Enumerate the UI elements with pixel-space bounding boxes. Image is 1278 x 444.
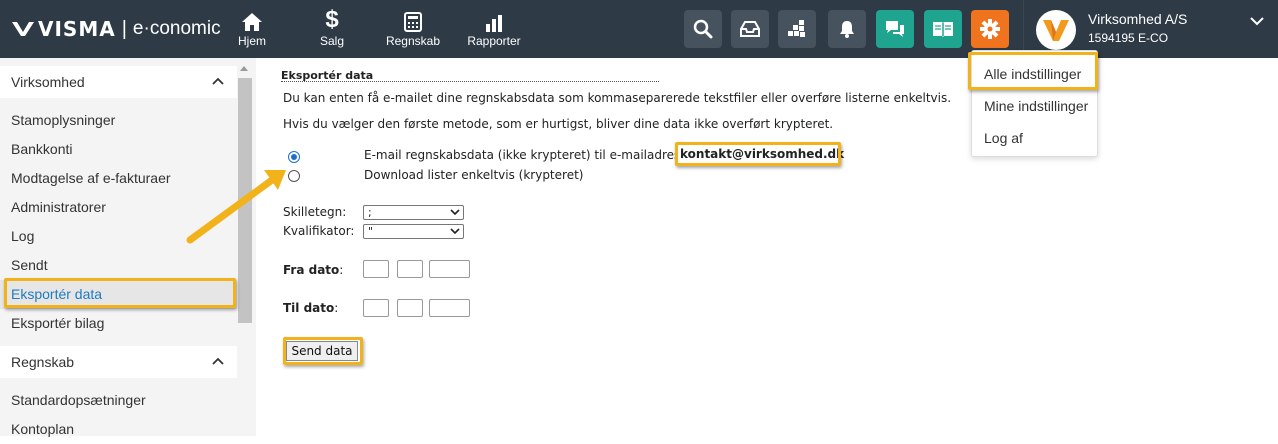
account-id: 1594195 E-CO xyxy=(1088,31,1169,45)
home-icon xyxy=(242,13,262,31)
main-content: Eksportér data Du kan enten få e-mailet … xyxy=(186,58,1278,436)
sidebar-item-stamoplysninger[interactable]: Stamoplysninger xyxy=(0,106,237,135)
sidebar-scrollbar[interactable] xyxy=(237,58,256,436)
inbox-button[interactable] xyxy=(731,10,769,48)
nav-label: Regnskab xyxy=(385,34,441,48)
visma-logo-icon xyxy=(12,22,34,36)
email-value: kontakt@virksomhed.dk xyxy=(676,145,844,163)
nav-label: Hjem xyxy=(237,34,266,48)
title-underline xyxy=(281,81,659,82)
chevron-up-icon xyxy=(212,77,224,85)
send-data-button[interactable]: Send data xyxy=(286,341,358,361)
select-value: ; xyxy=(368,206,372,219)
fra-dato-year[interactable] xyxy=(429,260,470,278)
sidebar-item-standardopsaetninger[interactable]: Standardopsætninger xyxy=(0,386,237,415)
select-value: " xyxy=(368,225,374,238)
dollar-icon: $ xyxy=(325,6,339,33)
account-name: Virksomhed A/S xyxy=(1088,11,1188,27)
sidebar-item-eksporter-bilag[interactable]: Eksportér bilag xyxy=(0,309,237,338)
menu-item-alle-indstillinger[interactable]: Alle indstillinger xyxy=(984,66,1081,82)
annotation-arrow xyxy=(186,170,286,244)
logo-mark: VISMA xyxy=(38,17,116,41)
scroll-up-icon[interactable] xyxy=(240,66,248,71)
nav-label: Rapporter xyxy=(467,34,521,48)
label-email-option: E-mail regnskabsdata (ikke krypteret) ti… xyxy=(364,148,694,162)
label-til-dato: Til dato: xyxy=(283,301,339,315)
til-dato-day[interactable] xyxy=(363,299,389,317)
visma-v-logo-icon xyxy=(1043,20,1069,41)
settings-button[interactable] xyxy=(971,10,1009,48)
visma-economic-logo[interactable]: VISMA | e·conomic xyxy=(12,16,221,42)
sidebar-item-kontoplan[interactable]: Kontoplan xyxy=(0,415,237,444)
menu-item-mine-indstillinger[interactable]: Mine indstillinger xyxy=(984,98,1088,114)
fra-dato-month[interactable] xyxy=(397,260,423,278)
select-kvalifikator[interactable]: " xyxy=(363,224,464,239)
menu-item-log-af[interactable]: Log af xyxy=(984,130,1023,146)
til-dato-year[interactable] xyxy=(429,299,470,317)
sidebar-group-title: Virksomhed xyxy=(11,74,85,90)
book-icon xyxy=(933,22,953,37)
label-skilletegn: Skilletegn: xyxy=(283,205,347,219)
nav-hjem[interactable]: Hjem xyxy=(232,6,272,52)
logo-separator: | xyxy=(121,17,127,40)
settings-dropdown: Alle indstillinger Mine indstillinger Lo… xyxy=(971,50,1098,157)
fra-dato-text: Fra dato xyxy=(283,263,340,277)
chevron-up-icon xyxy=(212,357,224,365)
sidebar-item-bankkonti[interactable]: Bankkonti xyxy=(0,135,237,164)
chevron-down-icon xyxy=(450,228,460,235)
sidebar-group-virksomhed[interactable]: Virksomhed xyxy=(0,66,237,98)
sidebar-group-regnskab[interactable]: Regnskab xyxy=(0,346,237,378)
apps-button[interactable] xyxy=(778,10,816,48)
intro-text-2: Hvis du vælger den første metode, som er… xyxy=(283,117,834,131)
radio-email[interactable] xyxy=(288,151,300,163)
til-dato-text: Til dato xyxy=(283,301,335,315)
select-skilletegn[interactable]: ; xyxy=(363,205,464,220)
fra-dato-day[interactable] xyxy=(363,260,389,278)
chat-button[interactable] xyxy=(876,10,914,48)
nav-salg[interactable]: $ Salg xyxy=(312,6,352,52)
company-avatar xyxy=(1036,10,1076,50)
chevron-down-icon xyxy=(450,209,460,216)
sidebar-item-eksporter-data[interactable]: Eksportér data xyxy=(0,280,237,309)
help-book-button[interactable] xyxy=(924,10,962,48)
label-kvalifikator: Kvalifikator: xyxy=(283,224,355,238)
gear-icon xyxy=(980,19,1000,39)
search-button[interactable] xyxy=(684,10,722,48)
intro-text-1: Du kan enten få e-mailet dine regnskabsd… xyxy=(283,91,952,105)
logo-product: e·conomic xyxy=(132,18,221,39)
nav-label: Salg xyxy=(319,34,345,48)
search-icon xyxy=(693,19,713,39)
sidebar-list: Virksomhed Stamoplysninger Bankkonti Mod… xyxy=(0,66,237,444)
chat-icon xyxy=(886,21,904,37)
til-dato-month[interactable] xyxy=(397,299,423,317)
nav-rapporter[interactable]: Rapporter xyxy=(464,6,524,52)
notifications-button[interactable] xyxy=(828,10,866,48)
apps-icon xyxy=(788,20,805,37)
nav-regnskab[interactable]: Regnskab xyxy=(382,6,444,52)
label-fra-dato: Fra dato: xyxy=(283,263,344,277)
chevron-down-icon[interactable] xyxy=(1250,16,1264,26)
sidebar: Virksomhed Stamoplysninger Bankkonti Mod… xyxy=(0,58,256,437)
bar-chart-icon xyxy=(486,15,502,32)
calculator-icon xyxy=(404,12,422,32)
inbox-icon xyxy=(740,21,760,37)
label-download-option: Download lister enkeltvis (krypteret) xyxy=(364,168,584,182)
sidebar-item-sendt[interactable]: Sendt xyxy=(0,251,237,280)
sidebar-group-title: Regnskab xyxy=(11,354,75,370)
bell-icon xyxy=(840,21,854,38)
